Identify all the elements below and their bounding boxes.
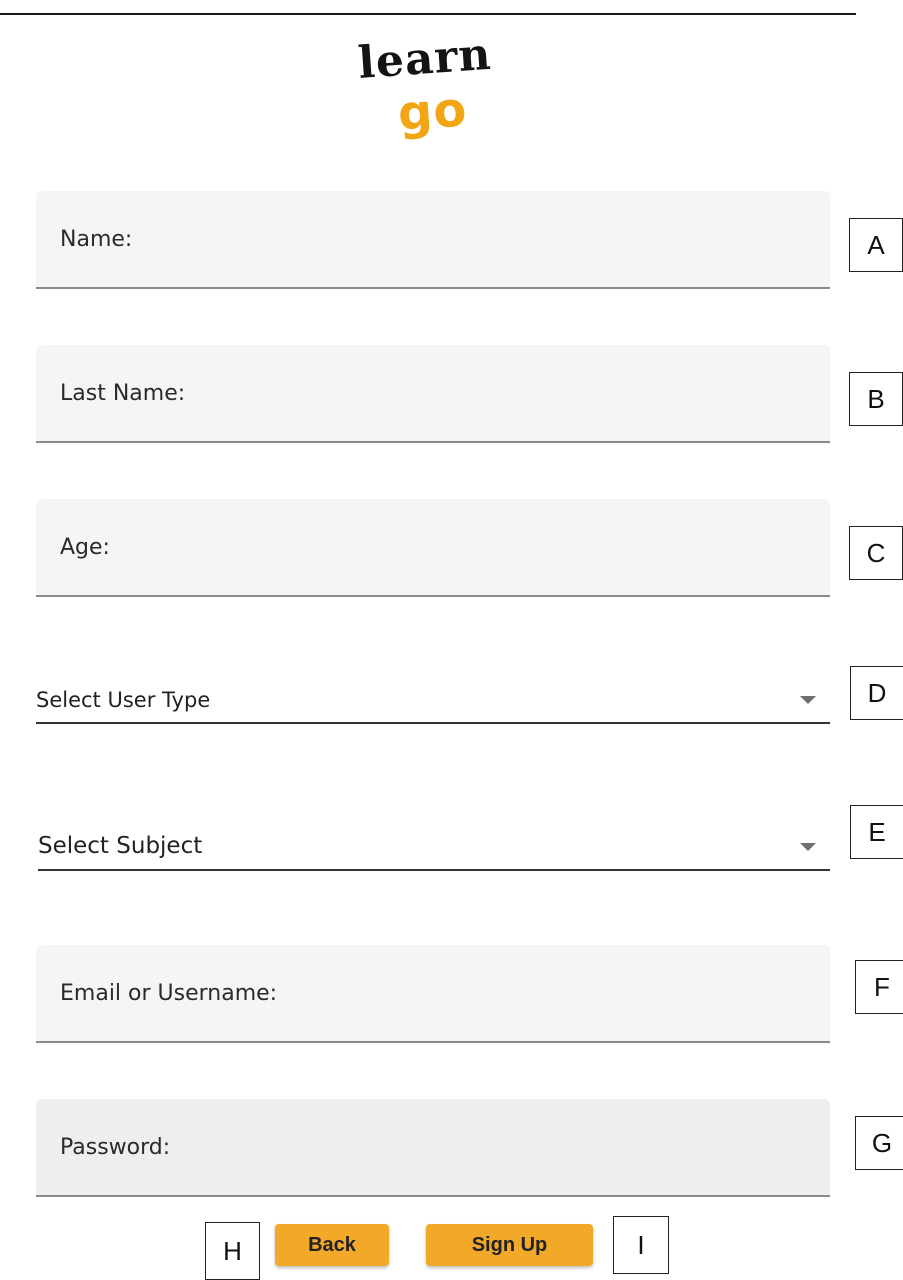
user-type-select[interactable]: Select User Type <box>36 676 830 724</box>
learngo-logo: learn go <box>356 29 526 163</box>
chevron-down-icon <box>800 696 816 704</box>
marker-c: C <box>849 526 903 580</box>
user-type-select-value: Select User Type <box>36 688 211 712</box>
marker-f: F <box>855 960 903 1014</box>
marker-d: D <box>850 666 903 720</box>
password-field[interactable]: Password: <box>36 1099 830 1197</box>
marker-h: H <box>205 1222 260 1280</box>
name-field[interactable]: Name: <box>36 191 830 289</box>
back-button[interactable]: Back <box>275 1224 389 1266</box>
last-name-field-label: Last Name: <box>60 381 186 406</box>
email-username-field-label: Email or Username: <box>60 981 278 1006</box>
age-field-label: Age: <box>60 535 110 560</box>
chevron-down-icon <box>800 843 816 851</box>
age-field[interactable]: Age: <box>36 499 830 597</box>
password-field-label: Password: <box>60 1135 171 1160</box>
marker-a: A <box>849 218 903 272</box>
marker-b: B <box>849 372 903 426</box>
marker-g: G <box>855 1116 903 1170</box>
sign-up-button[interactable]: Sign Up <box>426 1224 593 1266</box>
last-name-field[interactable]: Last Name: <box>36 345 830 443</box>
email-username-field[interactable]: Email or Username: <box>36 945 830 1043</box>
name-field-label: Name: <box>60 227 133 252</box>
marker-i: I <box>613 1216 669 1274</box>
logo-word-go: go <box>396 81 470 142</box>
top-divider <box>0 13 856 15</box>
subject-select-value: Select Subject <box>38 833 203 859</box>
marker-e: E <box>850 805 903 859</box>
subject-select[interactable]: Select Subject <box>38 823 830 871</box>
logo-word-learn: learn <box>356 28 494 89</box>
